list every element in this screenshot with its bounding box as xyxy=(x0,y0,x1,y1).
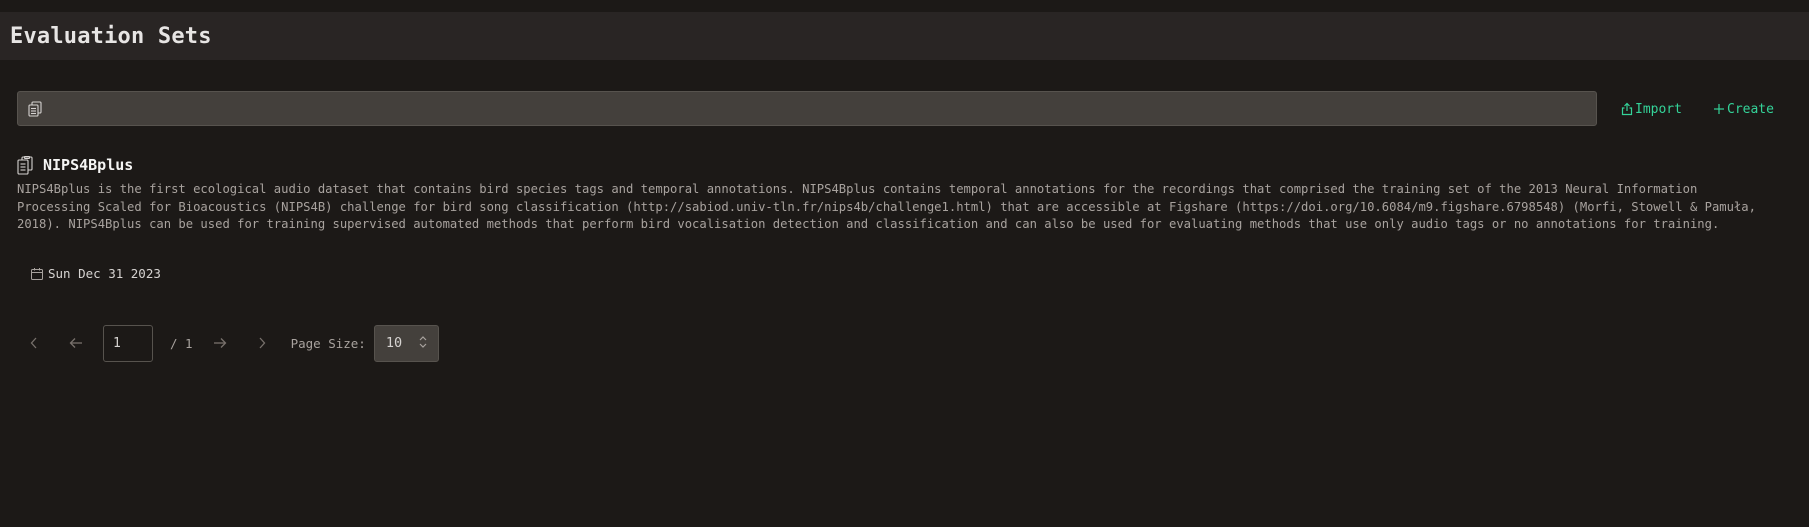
page-size-value: 10 xyxy=(385,335,403,351)
page-header: Evaluation Sets xyxy=(0,12,1809,60)
page-size-select[interactable]: 10 xyxy=(373,324,439,362)
clipboard-copy-icon xyxy=(17,155,34,175)
next-page-button[interactable] xyxy=(203,326,237,360)
pagination: / 1 Page Size: 10 xyxy=(17,324,439,362)
calendar-icon xyxy=(31,267,43,280)
evaluation-set-date-text: Sun Dec 31 2023 xyxy=(48,266,161,281)
plus-icon xyxy=(1713,103,1725,115)
evaluation-set-title-row: NIPS4Bplus xyxy=(17,155,1777,175)
evaluation-set-date: Sun Dec 31 2023 xyxy=(31,266,161,281)
current-page-input[interactable] xyxy=(103,324,153,362)
create-button-label: Create xyxy=(1727,101,1774,117)
last-page-button[interactable] xyxy=(245,326,279,360)
evaluation-set-item: NIPS4Bplus NIPS4Bplus is the first ecolo… xyxy=(17,155,1777,234)
import-button-label: Import xyxy=(1635,101,1682,117)
search-input[interactable] xyxy=(42,91,1596,126)
previous-page-button[interactable] xyxy=(59,326,93,360)
arrow-right-icon xyxy=(213,337,227,349)
upload-icon xyxy=(1621,102,1633,116)
arrow-left-icon xyxy=(69,337,83,349)
chevron-right-icon xyxy=(257,336,267,350)
evaluation-set-name[interactable]: NIPS4Bplus xyxy=(43,156,133,174)
page-size-label: Page Size: xyxy=(290,335,366,351)
top-strip xyxy=(0,0,1809,12)
evaluation-set-description: NIPS4Bplus is the first ecological audio… xyxy=(17,182,1764,232)
page-title: Evaluation Sets xyxy=(10,23,212,49)
search-bar[interactable] xyxy=(17,91,1597,126)
chevron-left-icon xyxy=(29,336,39,350)
page-total: / 1 xyxy=(170,335,193,351)
import-button[interactable]: Import xyxy=(1621,98,1682,120)
clipboard-copy-icon xyxy=(28,100,42,117)
first-page-button[interactable] xyxy=(17,326,51,360)
chevron-up-down-icon xyxy=(418,334,428,353)
create-button[interactable]: Create xyxy=(1713,98,1774,120)
